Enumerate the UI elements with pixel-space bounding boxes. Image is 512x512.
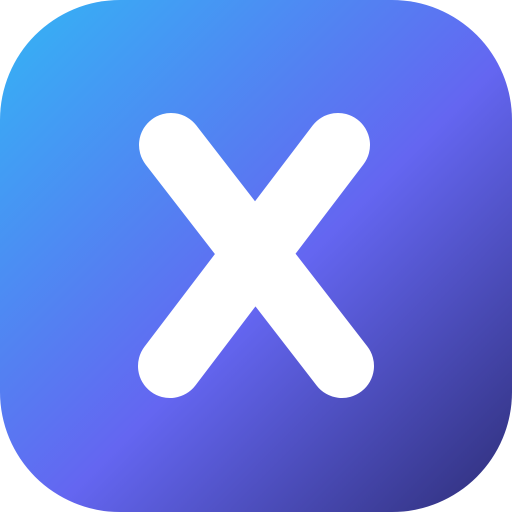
app-icon-graphic [0,0,512,512]
app-icon[interactable] [0,0,512,512]
